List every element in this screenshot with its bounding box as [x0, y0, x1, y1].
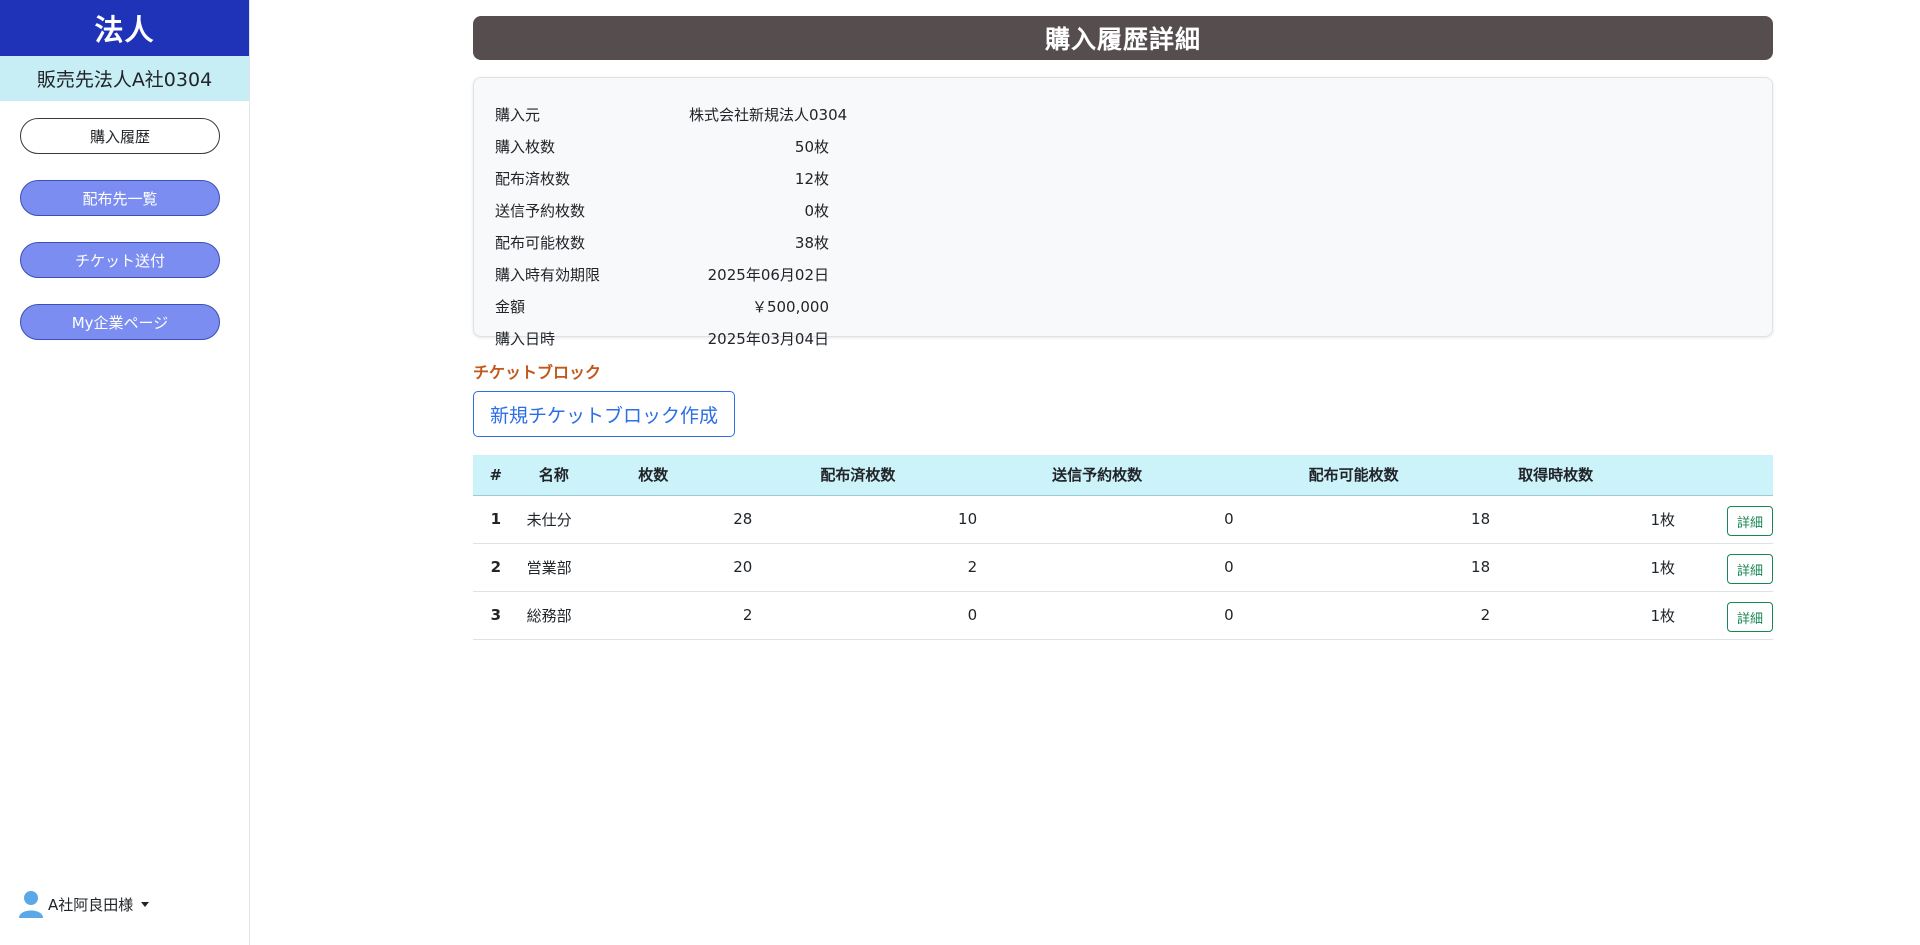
nav-my-company-button[interactable]: My企業ページ: [20, 304, 220, 340]
sidebar-nav: 購入履歴 配布先一覧 チケット送付 My企業ページ: [0, 101, 249, 340]
main-content: 購入履歴詳細 購入元 株式会社新規法人0304 購入枚数 50枚 配布済枚数 1…: [473, 16, 1773, 640]
new-ticket-block-button[interactable]: 新規チケットブロック作成: [473, 391, 736, 437]
row-reserved: 0: [1224, 558, 1234, 576]
company-name: 販売先法人A社0304: [0, 56, 249, 101]
info-value: 2025年03月04日: [707, 329, 829, 348]
col-header-reserved: 送信予約枚数: [977, 455, 1234, 496]
user-name: A社阿良田様: [48, 895, 134, 914]
info-label: 購入日時: [495, 329, 556, 348]
info-row-quantity: 購入枚数 50枚: [495, 130, 1751, 162]
row-reserved: 0: [1224, 606, 1234, 624]
caret-down-icon: [141, 901, 150, 907]
info-row-distributed: 配布済枚数 12枚: [495, 162, 1751, 194]
table-row: 1 未仕分 28 10 0 18 1枚 詳細: [473, 495, 1773, 543]
user-icon: [19, 891, 43, 918]
user-menu[interactable]: A社阿良田様: [18, 889, 150, 919]
page-title: 購入履歴詳細: [473, 16, 1773, 60]
info-row-source: 購入元 株式会社新規法人0304: [495, 98, 1751, 130]
row-number: 3: [490, 606, 502, 624]
row-distributed: 10: [958, 510, 978, 528]
table-row: 2 営業部 20 2 0 18 1枚 詳細: [473, 543, 1773, 591]
row-quantity: 2: [742, 606, 753, 624]
brand-title: 法人: [0, 0, 249, 56]
row-name: 総務部: [526, 606, 572, 625]
info-label: 購入時有効期限: [495, 265, 601, 284]
nav-distribution-list-button[interactable]: 配布先一覧: [20, 180, 220, 216]
info-label: 送信予約枚数: [495, 201, 586, 220]
row-available: 18: [1471, 558, 1491, 576]
info-value: 50枚: [794, 137, 829, 156]
purchase-info-card: 購入元 株式会社新規法人0304 購入枚数 50枚 配布済枚数 12枚 送信予約…: [473, 77, 1773, 348]
row-quantity: 20: [733, 558, 753, 576]
row-distributed: 0: [967, 606, 978, 624]
info-label: 配布可能枚数: [495, 233, 586, 252]
table-row: 3 総務部 2 0 0 2 1枚 詳細: [473, 591, 1773, 639]
detail-button[interactable]: 詳細: [1727, 602, 1773, 632]
info-row-reserved: 送信予約枚数 0枚: [495, 194, 1751, 226]
row-name: 営業部: [526, 558, 572, 577]
info-row-available: 配布可能枚数 38枚: [495, 226, 1751, 258]
nav-ticket-send-button[interactable]: チケット送付: [20, 242, 220, 278]
col-header-distributed: 配布済枚数: [752, 455, 978, 496]
col-header-action: [1675, 455, 1773, 496]
info-row-expiry: 購入時有効期限 2025年06月02日: [495, 258, 1751, 290]
row-number: 1: [490, 510, 502, 528]
col-header-number: #: [473, 455, 519, 496]
sidebar: 法人 販売先法人A社0304 購入履歴 配布先一覧 チケット送付 My企業ページ…: [0, 0, 250, 945]
row-available: 2: [1480, 606, 1491, 624]
info-label: 配布済枚数: [495, 169, 571, 188]
info-value: ￥500,000: [751, 297, 829, 316]
info-value: 株式会社新規法人0304: [689, 105, 848, 124]
ticket-block-title: チケットブロック: [473, 363, 602, 382]
col-header-quantity: 枚数: [590, 455, 753, 496]
info-label: 金額: [495, 297, 526, 316]
ticket-block-table: # 名称 枚数 配布済枚数 送信予約枚数 配布可能枚数 取得時枚数 1 未仕分 …: [473, 455, 1773, 640]
info-label: 購入元: [495, 105, 541, 124]
row-acquired: 1枚: [1650, 558, 1675, 577]
col-header-available: 配布可能枚数: [1233, 455, 1491, 496]
info-label: 購入枚数: [495, 137, 556, 156]
info-row-purchase-date: 購入日時 2025年03月04日: [495, 322, 1751, 354]
row-distributed: 2: [967, 558, 978, 576]
info-row-amount: 金額 ￥500,000: [495, 290, 1751, 322]
row-number: 2: [490, 558, 502, 576]
info-value: 0枚: [804, 201, 829, 220]
row-quantity: 28: [733, 510, 753, 528]
table-header-row: # 名称 枚数 配布済枚数 送信予約枚数 配布可能枚数 取得時枚数: [473, 455, 1773, 496]
row-acquired: 1枚: [1650, 510, 1675, 529]
detail-button[interactable]: 詳細: [1727, 554, 1773, 584]
info-value: 12枚: [794, 169, 829, 188]
detail-button[interactable]: 詳細: [1727, 506, 1773, 536]
row-available: 18: [1471, 510, 1491, 528]
row-acquired: 1枚: [1650, 606, 1675, 625]
info-value: 38枚: [794, 233, 829, 252]
nav-purchase-history-button[interactable]: 購入履歴: [20, 118, 220, 154]
col-header-acquired: 取得時枚数: [1490, 455, 1675, 496]
col-header-name: 名称: [518, 455, 591, 496]
row-reserved: 0: [1224, 510, 1234, 528]
info-value: 2025年06月02日: [707, 265, 829, 284]
row-name: 未仕分: [526, 510, 572, 529]
